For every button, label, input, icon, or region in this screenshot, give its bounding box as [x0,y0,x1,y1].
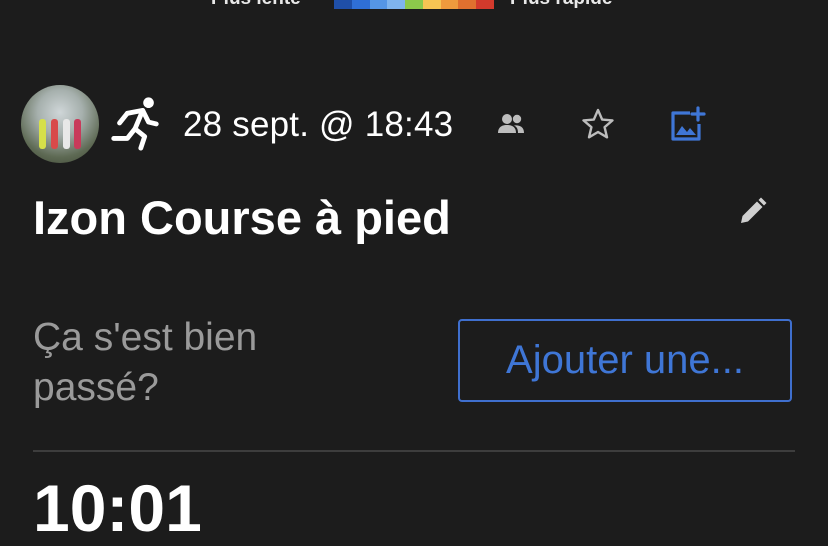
pace-color-swatch [458,0,477,9]
divider [33,450,795,452]
activity-title: Izon Course à pied [33,191,451,244]
avatar[interactable] [21,85,99,163]
star-icon[interactable] [581,107,615,141]
activity-header: 28 sept. @ 18:43 [0,84,828,164]
activity-feedback-prompt: Ça s'est bien passé? [33,316,258,409]
pace-color-swatch [405,0,423,9]
pace-color-swatch [476,0,495,9]
pace-color-swatch [369,0,388,9]
pace-color-scale [334,0,495,9]
pace-legend-slow-label: Plus lente [211,0,301,10]
running-icon [111,97,159,151]
edit-icon[interactable] [736,196,768,228]
pace-color-swatch [422,0,441,9]
pace-legend-fast-label: Plus rapide [510,0,612,10]
pace-legend: Plus lente Plus rapide [0,0,828,10]
people-icon[interactable] [496,111,526,137]
activity-date: 28 sept. @ 18:43 [183,105,454,144]
pace-color-swatch [387,0,406,9]
add-description-button[interactable]: Ajouter une... [458,319,792,402]
activity-stat-value: 10:01 [33,471,202,545]
pace-color-swatch [440,0,459,9]
pace-color-swatch [351,0,370,9]
pace-color-swatch [334,0,352,9]
add-photo-icon[interactable] [668,104,708,144]
